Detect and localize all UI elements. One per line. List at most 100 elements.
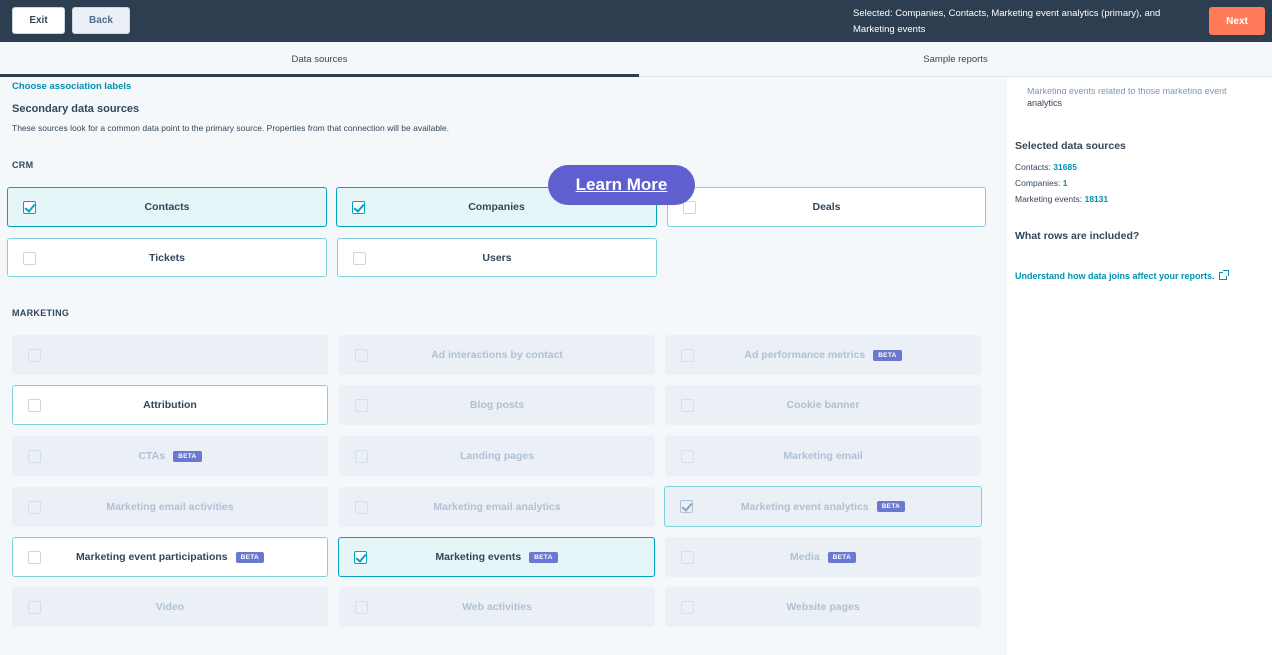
source-card-event-participations[interactable]: Marketing event participations BETA — [12, 537, 328, 577]
card-label: Marketing event analytics — [740, 500, 869, 513]
card-label: Tickets — [149, 251, 185, 264]
checkbox-icon — [355, 501, 368, 514]
secondary-sources-title: Secondary data sources — [12, 103, 140, 115]
beta-badge: BETA — [827, 551, 857, 563]
checkbox-icon — [28, 601, 41, 614]
source-card-event-analytics: Marketing event analytics BETA — [664, 486, 982, 527]
beta-badge: BETA — [529, 551, 558, 563]
source-card-email-activities: Marketing email activities — [12, 487, 328, 527]
right-panel: Marketing events related to those market… — [1007, 77, 1272, 655]
contacts-count-line: Contacts: 31685 — [1015, 162, 1077, 172]
card-label: Marketing email analytics — [433, 501, 561, 513]
source-card-contacts[interactable]: Contacts — [7, 187, 327, 227]
checkbox-icon — [681, 551, 694, 564]
source-card-attribution[interactable]: Attribution — [12, 385, 328, 425]
source-card-email-analytics: Marketing email analytics — [339, 487, 655, 527]
tab-data-sources[interactable]: Data sources — [0, 42, 639, 77]
card-label: Marketing email activities — [106, 501, 234, 513]
events-count[interactable]: 18131 — [1084, 194, 1108, 204]
source-card-ctas: CTAs BETA — [12, 436, 328, 476]
crm-group-label: CRM — [12, 160, 34, 170]
data-joins-link[interactable]: Understand how data joins affect your re… — [1015, 270, 1229, 281]
source-card-deals[interactable]: Deals — [667, 187, 986, 227]
card-label: CTAs — [138, 450, 166, 462]
checkbox-icon[interactable] — [28, 551, 41, 564]
source-card-ad-interactions: Ad interactions by contact — [339, 335, 655, 375]
checkbox-icon — [28, 349, 41, 362]
checkbox-checked-icon — [680, 500, 693, 513]
checkbox-icon — [355, 399, 368, 412]
card-label: Blog posts — [469, 399, 525, 411]
source-card-users[interactable]: Users — [337, 238, 657, 277]
exit-button[interactable]: Exit — [12, 7, 65, 34]
card-label: Media — [789, 551, 820, 563]
source-card-website-pages: Website pages — [665, 587, 981, 627]
card-label: Attribution — [143, 399, 197, 411]
source-card-landing-pages: Landing pages — [339, 436, 655, 476]
selected-sources-title: Selected data sources — [1015, 140, 1126, 152]
checkbox-icon[interactable] — [28, 399, 41, 412]
data-joins-link-text[interactable]: Understand how data joins affect your re… — [1015, 271, 1215, 281]
source-card-cookie-banner: Cookie banner — [665, 385, 981, 425]
companies-count-line: Companies: 1 — [1015, 178, 1067, 188]
checkbox-icon — [681, 349, 694, 362]
checkbox-icon — [681, 450, 694, 463]
back-button[interactable]: Back — [72, 7, 130, 34]
checkbox-checked-icon[interactable] — [352, 201, 365, 214]
card-label: Deals — [812, 201, 841, 213]
card-label: Ad interactions by contact — [431, 349, 563, 361]
checkbox-icon — [28, 501, 41, 514]
card-label: Landing pages — [459, 450, 535, 462]
marketing-group-label: MARKETING — [12, 308, 70, 318]
rows-included-title: What rows are included? — [1015, 230, 1140, 242]
choose-association-labels-link[interactable]: Choose association labels — [12, 81, 131, 92]
companies-count[interactable]: 1 — [1063, 178, 1068, 188]
events-count-line: Marketing events: 18131 — [1015, 194, 1108, 204]
top-bar: Exit Back Selected: Companies, Contacts,… — [0, 0, 1272, 42]
checkbox-checked-icon[interactable] — [354, 551, 367, 564]
checkbox-icon[interactable] — [23, 252, 36, 265]
truncated-text-continued: analytics — [1027, 98, 1063, 108]
card-label: Cookie banner — [786, 399, 860, 411]
source-card-media: Media BETA — [665, 537, 981, 577]
checkbox-icon — [355, 450, 368, 463]
card-label: Website pages — [786, 601, 860, 613]
source-card-blog-posts: Blog posts — [339, 385, 655, 425]
active-tab-indicator — [0, 74, 639, 77]
tab-bar: Data sources Sample reports — [0, 42, 1272, 77]
checkbox-icon[interactable] — [683, 201, 696, 214]
card-label: Web activities — [462, 601, 532, 613]
contacts-label: Contacts: — [1015, 162, 1051, 172]
beta-badge: BETA — [173, 450, 202, 462]
source-card-ad-performance: Ad performance metrics BETA — [665, 335, 981, 375]
checkbox-checked-icon[interactable] — [23, 201, 36, 214]
source-card-marketing-events[interactable]: Marketing events BETA — [338, 537, 655, 577]
checkbox-icon — [681, 399, 694, 412]
card-label: Contacts — [144, 201, 190, 213]
next-button[interactable]: Next — [1209, 7, 1265, 35]
card-label: Marketing events — [435, 551, 522, 563]
checkbox-icon — [355, 349, 368, 362]
checkbox-icon — [681, 601, 694, 614]
truncated-text: Marketing events related to those market… — [1027, 88, 1227, 94]
primary-source-description: Marketing events related to those market… — [1027, 88, 1267, 112]
tab-sample-reports[interactable]: Sample reports — [639, 42, 1272, 77]
checkbox-icon — [355, 601, 368, 614]
source-card-video: Video — [12, 587, 328, 627]
source-card-web-activities: Web activities — [339, 587, 655, 627]
card-label: Users — [482, 251, 512, 264]
card-label: Marketing email — [783, 450, 863, 462]
source-card-unnamed — [12, 335, 328, 375]
source-card-tickets[interactable]: Tickets — [7, 238, 327, 277]
external-link-icon — [1218, 270, 1229, 280]
beta-badge: BETA — [235, 551, 265, 563]
beta-badge: BETA — [876, 501, 906, 512]
companies-label: Companies: — [1015, 178, 1061, 188]
card-label: Ad performance metrics — [744, 349, 866, 361]
learn-more-button[interactable]: Learn More — [548, 165, 695, 205]
contacts-count[interactable]: 31685 — [1053, 162, 1077, 172]
checkbox-icon[interactable] — [353, 252, 366, 265]
secondary-sources-description: These sources look for a common data poi… — [12, 123, 450, 133]
beta-badge: BETA — [873, 349, 902, 361]
selected-summary: Selected: Companies, Contacts, Marketing… — [853, 8, 1161, 35]
